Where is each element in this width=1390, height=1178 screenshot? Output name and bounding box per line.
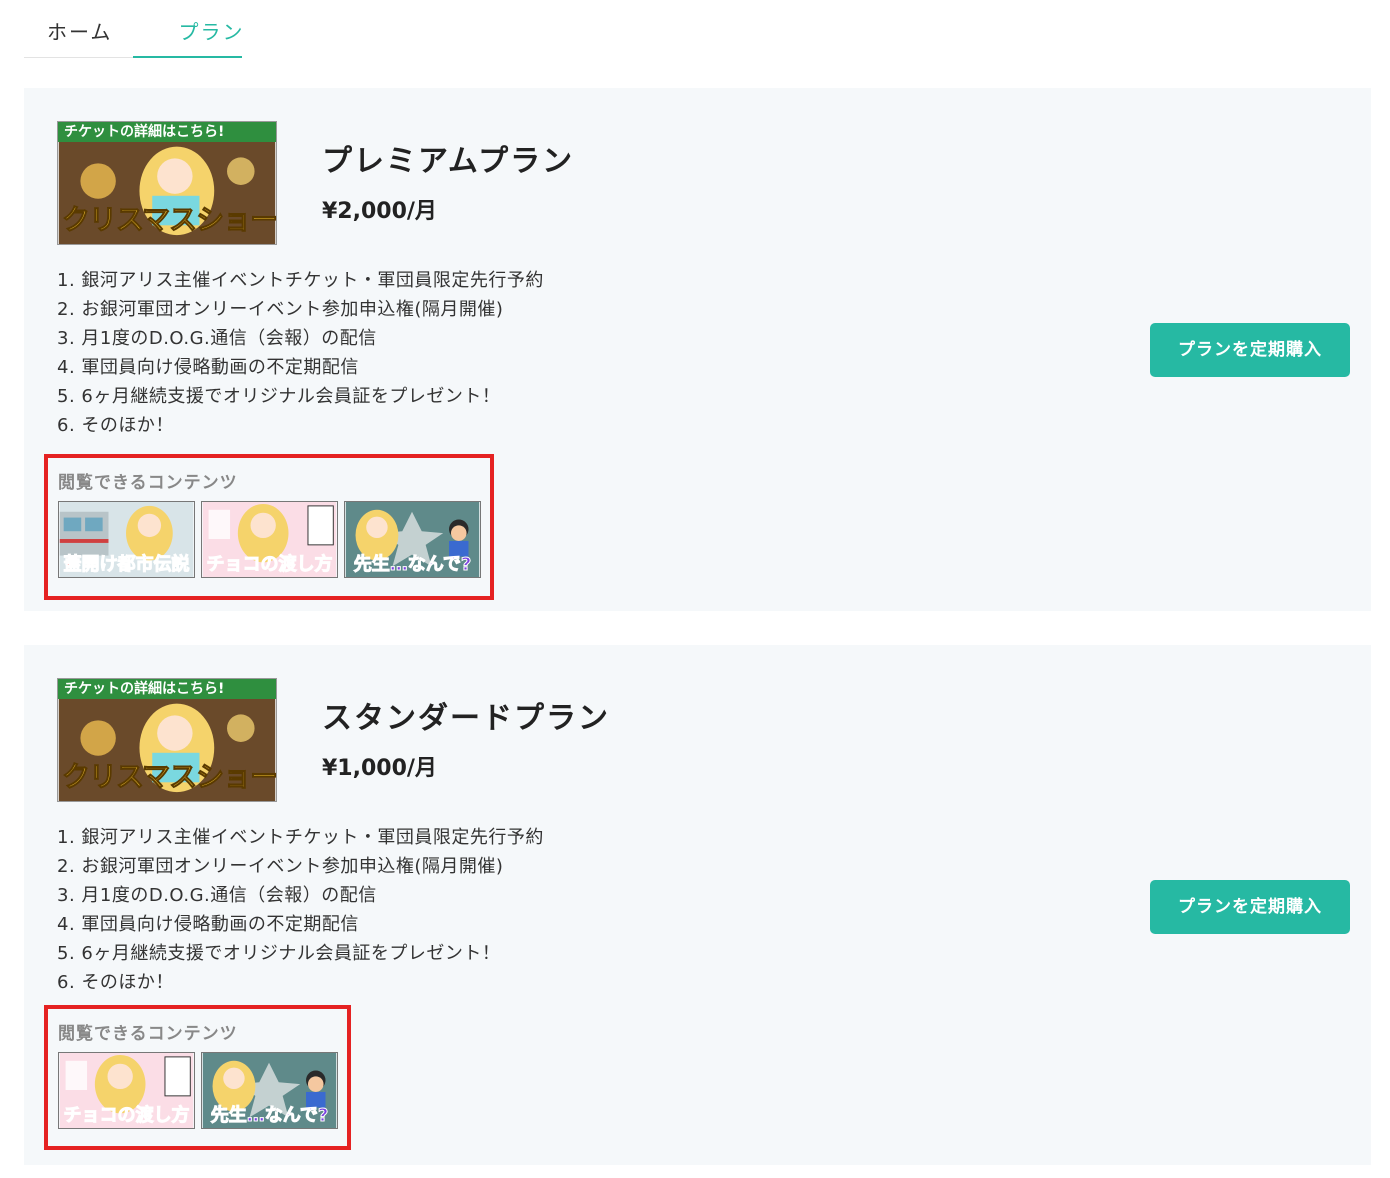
- plan-thumbnail: チケットの詳細はこちら! クリスマスショー!: [57, 678, 277, 802]
- content-thumbnail[interactable]: チョコの渡し方: [201, 501, 338, 578]
- subscribe-button[interactable]: プランを定期購入: [1150, 323, 1350, 377]
- plan-thumbnail-top-text: チケットの詳細はこちら!: [58, 679, 276, 699]
- benefit-item: 6. そのほか！: [57, 972, 174, 993]
- viewable-contents-box: 閲覧できるコンテンツ 蓋開け都市伝説 チョコの渡し方 先生…なんで?: [44, 454, 494, 600]
- plan-thumbnail: チケットの詳細はこちら! クリスマスショー!: [57, 121, 277, 245]
- tab-bar: ホーム プラン: [24, 0, 243, 58]
- plan-title: スタンダードプラン: [322, 701, 610, 736]
- plan-title: プレミアムプラン: [322, 144, 575, 179]
- plan-thumbnail-main-text: クリスマスショー!: [62, 760, 277, 794]
- viewable-contents-label: 閲覧できるコンテンツ: [58, 473, 238, 493]
- benefit-item: 1. 銀河アリス主催イベントチケット・軍団員限定先行予約: [57, 270, 544, 291]
- benefit-item: 4. 軍団員向け侵略動画の不定期配信: [57, 357, 359, 378]
- benefit-item: 2. お銀河軍団オンリーイベント参加申込権(隔月開催): [57, 856, 504, 877]
- content-caption: チョコの渡し方: [63, 1105, 190, 1127]
- benefits-list: 1. 銀河アリス主催イベントチケット・軍団員限定先行予約 2. お銀河軍団オンリ…: [57, 266, 544, 440]
- plan-thumbnail-top-text: チケットの詳細はこちら!: [58, 122, 276, 142]
- plan-card-premium: チケットの詳細はこちら! クリスマスショー! プレミアムプラン ¥2,000/月…: [24, 88, 1371, 611]
- plan-thumbnail-main-text: クリスマスショー!: [62, 203, 277, 237]
- tab-plan[interactable]: プラン: [157, 16, 266, 45]
- benefit-item: 3. 月1度のD.O.G.通信（会報）の配信: [57, 328, 377, 349]
- active-tab-indicator: [133, 56, 242, 58]
- benefit-item: 3. 月1度のD.O.G.通信（会報）の配信: [57, 885, 377, 906]
- viewable-contents-label: 閲覧できるコンテンツ: [58, 1024, 238, 1044]
- content-thumbnail[interactable]: 先生…なんで?: [201, 1052, 338, 1129]
- benefit-item: 2. お銀河軍団オンリーイベント参加申込権(隔月開催): [57, 299, 504, 320]
- benefit-item: 5. 6ヶ月継続支援でオリジナル会員証をプレゼント！: [57, 386, 501, 407]
- benefit-item: 4. 軍団員向け侵略動画の不定期配信: [57, 914, 359, 935]
- content-thumbnail[interactable]: 蓋開け都市伝説: [58, 501, 195, 578]
- benefit-item: 5. 6ヶ月継続支援でオリジナル会員証をプレゼント！: [57, 943, 501, 964]
- benefit-item: 1. 銀河アリス主催イベントチケット・軍団員限定先行予約: [57, 827, 544, 848]
- content-thumbnail[interactable]: 先生…なんで?: [344, 501, 481, 578]
- benefit-item: 6. そのほか！: [57, 415, 174, 436]
- viewable-contents-box: 閲覧できるコンテンツ チョコの渡し方 先生…なんで?: [44, 1005, 351, 1150]
- content-caption: チョコの渡し方: [206, 554, 333, 576]
- content-caption: 蓋開け都市伝説: [63, 554, 190, 576]
- subscribe-button[interactable]: プランを定期購入: [1150, 880, 1350, 934]
- content-caption: 先生…なんで?: [210, 1105, 329, 1127]
- plan-price: ¥2,000/月: [322, 199, 437, 224]
- content-caption: 先生…なんで?: [353, 554, 472, 576]
- plan-price: ¥1,000/月: [322, 756, 437, 781]
- plan-card-standard: チケットの詳細はこちら! クリスマスショー! スタンダードプラン ¥1,000/…: [24, 645, 1371, 1165]
- benefits-list: 1. 銀河アリス主催イベントチケット・軍団員限定先行予約 2. お銀河軍団オンリ…: [57, 823, 544, 997]
- content-thumbnail[interactable]: チョコの渡し方: [58, 1052, 195, 1129]
- tab-home[interactable]: ホーム: [47, 16, 112, 45]
